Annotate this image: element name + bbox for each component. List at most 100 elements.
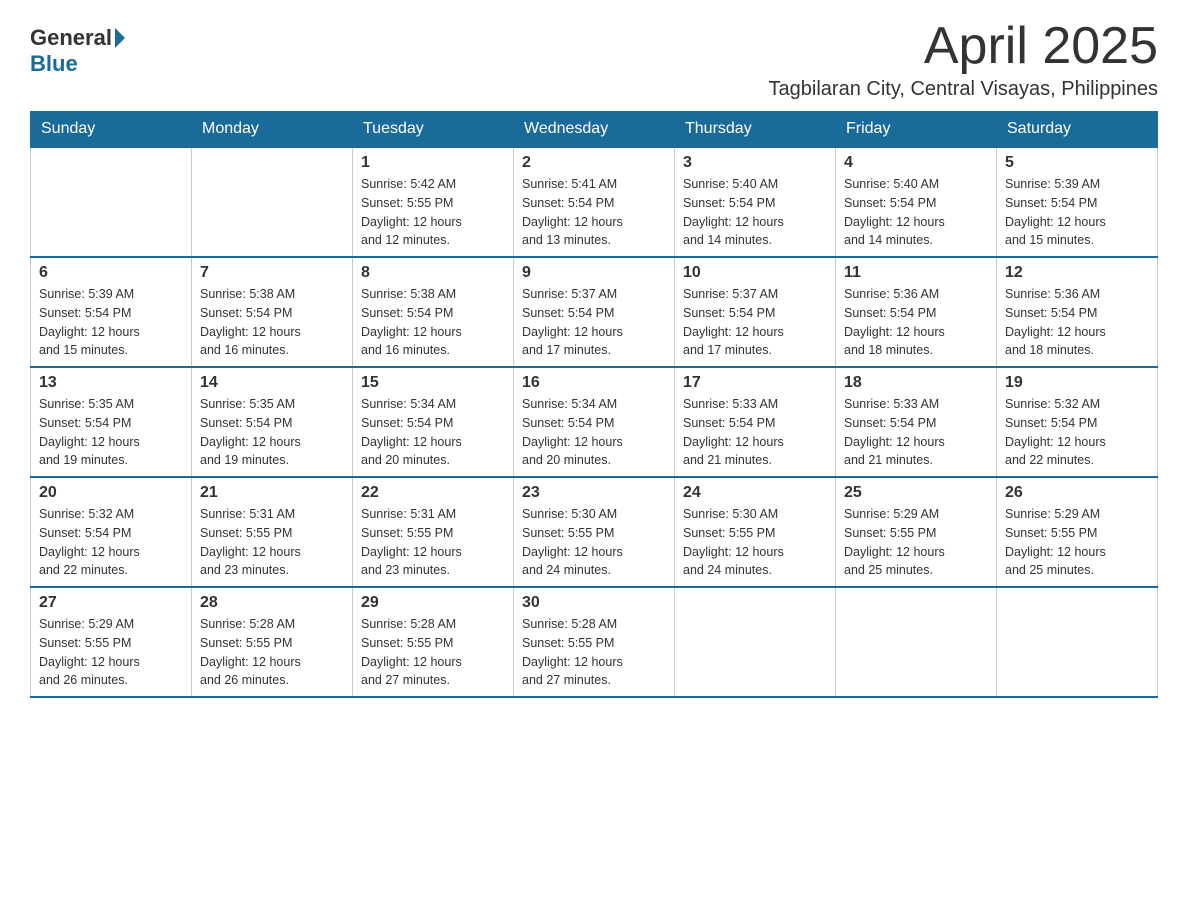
calendar-cell: 30 Sunrise: 5:28 AMSunset: 5:55 PMDayligh… xyxy=(514,587,675,697)
calendar-table: SundayMondayTuesdayWednesdayThursdayFrid… xyxy=(30,111,1158,698)
calendar-cell: 24 Sunrise: 5:30 AMSunset: 5:55 PMDayligh… xyxy=(675,477,836,587)
day-number: 9 xyxy=(522,264,666,282)
day-info: Sunrise: 5:29 AMSunset: 5:55 PMDaylight:… xyxy=(39,615,183,690)
calendar-cell xyxy=(675,587,836,697)
calendar-cell: 26 Sunrise: 5:29 AMSunset: 5:55 PMDayligh… xyxy=(997,477,1158,587)
calendar-cell: 6 Sunrise: 5:39 AMSunset: 5:54 PMDaylight… xyxy=(31,257,192,367)
weekday-header-tuesday: Tuesday xyxy=(353,112,514,148)
calendar-cell: 1Sunrise: 5:42 AMSunset: 5:55 PMDaylight… xyxy=(353,147,514,257)
calendar-cell: 14 Sunrise: 5:35 AMSunset: 5:54 PMDayligh… xyxy=(192,367,353,477)
day-number: 22 xyxy=(361,484,505,502)
weekday-header-friday: Friday xyxy=(836,112,997,148)
day-number: 14 xyxy=(200,374,344,392)
day-number: 26 xyxy=(1005,484,1149,502)
day-number: 13 xyxy=(39,374,183,392)
calendar-cell: 8 Sunrise: 5:38 AMSunset: 5:54 PMDaylight… xyxy=(353,257,514,367)
location-title: Tagbilaran City, Central Visayas, Philip… xyxy=(769,78,1158,101)
day-number: 10 xyxy=(683,264,827,282)
day-number: 15 xyxy=(361,374,505,392)
calendar-cell: 20 Sunrise: 5:32 AMSunset: 5:54 PMDayligh… xyxy=(31,477,192,587)
day-number: 23 xyxy=(522,484,666,502)
weekday-header-sunday: Sunday xyxy=(31,112,192,148)
calendar-cell xyxy=(31,147,192,257)
calendar-cell: 16 Sunrise: 5:34 AMSunset: 5:54 PMDayligh… xyxy=(514,367,675,477)
calendar-cell: 21 Sunrise: 5:31 AMSunset: 5:55 PMDayligh… xyxy=(192,477,353,587)
day-number: 25 xyxy=(844,484,988,502)
weekday-header-monday: Monday xyxy=(192,112,353,148)
week-row-1: 1Sunrise: 5:42 AMSunset: 5:55 PMDaylight… xyxy=(31,147,1158,257)
calendar-cell: 9 Sunrise: 5:37 AMSunset: 5:54 PMDaylight… xyxy=(514,257,675,367)
day-info: Sunrise: 5:28 AMSunset: 5:55 PMDaylight:… xyxy=(522,615,666,690)
day-info: Sunrise: 5:42 AMSunset: 5:55 PMDaylight:… xyxy=(361,175,505,250)
calendar-cell: 13Sunrise: 5:35 AMSunset: 5:54 PMDayligh… xyxy=(31,367,192,477)
weekday-header-saturday: Saturday xyxy=(997,112,1158,148)
day-number: 12 xyxy=(1005,264,1149,282)
day-info: Sunrise: 5:31 AMSunset: 5:55 PMDaylight:… xyxy=(361,505,505,580)
day-info: Sunrise: 5:34 AMSunset: 5:54 PMDaylight:… xyxy=(522,395,666,470)
day-info: Sunrise: 5:40 AMSunset: 5:54 PMDaylight:… xyxy=(683,175,827,250)
calendar-cell: 5 Sunrise: 5:39 AMSunset: 5:54 PMDaylight… xyxy=(997,147,1158,257)
day-number: 28 xyxy=(200,594,344,612)
month-title: April 2025 xyxy=(769,20,1158,72)
day-info: Sunrise: 5:38 AMSunset: 5:54 PMDaylight:… xyxy=(361,285,505,360)
weekday-header-row: SundayMondayTuesdayWednesdayThursdayFrid… xyxy=(31,112,1158,148)
page-header: General Blue April 2025 Tagbilaran City,… xyxy=(30,20,1158,101)
day-info: Sunrise: 5:32 AMSunset: 5:54 PMDaylight:… xyxy=(39,505,183,580)
day-number: 2 xyxy=(522,154,666,172)
day-number: 19 xyxy=(1005,374,1149,392)
calendar-cell xyxy=(997,587,1158,697)
week-row-5: 27Sunrise: 5:29 AMSunset: 5:55 PMDayligh… xyxy=(31,587,1158,697)
day-number: 7 xyxy=(200,264,344,282)
week-row-4: 20 Sunrise: 5:32 AMSunset: 5:54 PMDayligh… xyxy=(31,477,1158,587)
day-info: Sunrise: 5:40 AMSunset: 5:54 PMDaylight:… xyxy=(844,175,988,250)
day-info: Sunrise: 5:35 AMSunset: 5:54 PMDaylight:… xyxy=(200,395,344,470)
logo-blue: Blue xyxy=(30,51,78,76)
day-number: 21 xyxy=(200,484,344,502)
day-number: 16 xyxy=(522,374,666,392)
week-row-3: 13 Sunrise: 5:35 AMSunset: 5:54 PMDayligh… xyxy=(31,367,1158,477)
day-info: Sunrise: 5:31 AMSunset: 5:55 PMDaylight:… xyxy=(200,505,344,580)
day-number: 30 xyxy=(522,594,666,612)
day-number: 29 xyxy=(361,594,505,612)
calendar-cell: 19 Sunrise: 5:32 AMSunset: 5:54 PMDayligh… xyxy=(997,367,1158,477)
calendar-cell: 3Sunrise: 5:40 AMSunset: 5:54 PMDaylight… xyxy=(675,147,836,257)
calendar-cell: 10 Sunrise: 5:37 AMSunset: 5:54 PMDayligh… xyxy=(675,257,836,367)
day-number: 8 xyxy=(361,264,505,282)
calendar-cell: 12Sunrise: 5:36 AMSunset: 5:54 PMDayligh… xyxy=(997,257,1158,367)
day-number: 6 xyxy=(39,264,183,282)
calendar-cell: 29 Sunrise: 5:28 AMSunset: 5:55 PMDayligh… xyxy=(353,587,514,697)
calendar-cell: 2 Sunrise: 5:41 AMSunset: 5:54 PMDaylight… xyxy=(514,147,675,257)
day-info: Sunrise: 5:37 AMSunset: 5:54 PMDaylight:… xyxy=(522,285,666,360)
day-info: Sunrise: 5:30 AMSunset: 5:55 PMDaylight:… xyxy=(683,505,827,580)
day-number: 11 xyxy=(844,264,988,282)
day-info: Sunrise: 5:28 AMSunset: 5:55 PMDaylight:… xyxy=(200,615,344,690)
calendar-cell xyxy=(192,147,353,257)
calendar-cell: 7 Sunrise: 5:38 AMSunset: 5:54 PMDaylight… xyxy=(192,257,353,367)
day-info: Sunrise: 5:38 AMSunset: 5:54 PMDaylight:… xyxy=(200,285,344,360)
calendar-cell: 28 Sunrise: 5:28 AMSunset: 5:55 PMDayligh… xyxy=(192,587,353,697)
calendar-cell xyxy=(836,587,997,697)
day-info: Sunrise: 5:29 AMSunset: 5:55 PMDaylight:… xyxy=(1005,505,1149,580)
day-number: 24 xyxy=(683,484,827,502)
calendar-cell: 17Sunrise: 5:33 AMSunset: 5:54 PMDayligh… xyxy=(675,367,836,477)
day-info: Sunrise: 5:39 AMSunset: 5:54 PMDaylight:… xyxy=(1005,175,1149,250)
day-info: Sunrise: 5:28 AMSunset: 5:55 PMDaylight:… xyxy=(361,615,505,690)
logo-arrow-icon xyxy=(115,28,125,48)
logo-general: General xyxy=(30,25,112,51)
day-number: 20 xyxy=(39,484,183,502)
week-row-2: 6 Sunrise: 5:39 AMSunset: 5:54 PMDaylight… xyxy=(31,257,1158,367)
day-info: Sunrise: 5:32 AMSunset: 5:54 PMDaylight:… xyxy=(1005,395,1149,470)
calendar-cell: 23Sunrise: 5:30 AMSunset: 5:55 PMDayligh… xyxy=(514,477,675,587)
calendar-cell: 25Sunrise: 5:29 AMSunset: 5:55 PMDayligh… xyxy=(836,477,997,587)
weekday-header-wednesday: Wednesday xyxy=(514,112,675,148)
day-info: Sunrise: 5:41 AMSunset: 5:54 PMDaylight:… xyxy=(522,175,666,250)
day-info: Sunrise: 5:34 AMSunset: 5:54 PMDaylight:… xyxy=(361,395,505,470)
calendar-cell: 27Sunrise: 5:29 AMSunset: 5:55 PMDayligh… xyxy=(31,587,192,697)
logo: General Blue xyxy=(30,25,128,77)
calendar-cell: 22 Sunrise: 5:31 AMSunset: 5:55 PMDayligh… xyxy=(353,477,514,587)
day-info: Sunrise: 5:39 AMSunset: 5:54 PMDaylight:… xyxy=(39,285,183,360)
day-number: 18 xyxy=(844,374,988,392)
day-info: Sunrise: 5:37 AMSunset: 5:54 PMDaylight:… xyxy=(683,285,827,360)
day-number: 5 xyxy=(1005,154,1149,172)
calendar-cell: 4Sunrise: 5:40 AMSunset: 5:54 PMDaylight… xyxy=(836,147,997,257)
